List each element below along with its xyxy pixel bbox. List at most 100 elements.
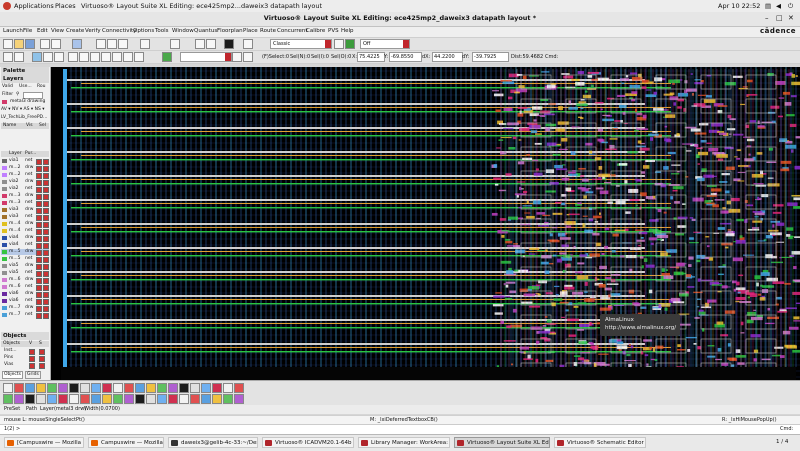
taskbar-item[interactable]: Virtuoso® Schematic Editor X... xyxy=(554,437,646,448)
layer-shortcut-icon[interactable] xyxy=(212,383,222,393)
menu-file[interactable]: File xyxy=(23,28,32,34)
menu-edit[interactable]: Edit xyxy=(37,28,48,34)
selectable-checkbox[interactable] xyxy=(39,363,45,369)
menu-floorplan[interactable]: Floorplan xyxy=(217,28,243,34)
layer-shortcut-icon[interactable] xyxy=(146,383,156,393)
menu-options[interactable]: Options xyxy=(133,28,154,34)
object-row[interactable]: Pins xyxy=(1,355,49,362)
selectable-checkbox[interactable] xyxy=(43,313,49,319)
pin-icon[interactable] xyxy=(134,52,144,62)
menu-place[interactable]: Place xyxy=(243,28,258,34)
layer-row[interactable]: via3 net xyxy=(1,214,49,221)
window-title-menu[interactable]: Virtuoso® Layout Suite XL Editing: ece42… xyxy=(81,1,322,11)
filter-field[interactable] xyxy=(23,92,43,99)
visible-checkbox[interactable] xyxy=(29,363,35,369)
layer-row[interactable]: m...5 drw xyxy=(1,249,49,256)
path-icon[interactable] xyxy=(79,52,89,62)
via-icon[interactable] xyxy=(101,52,111,62)
edit-shortcut-icon[interactable] xyxy=(201,394,211,404)
arrow-right-icon[interactable] xyxy=(206,39,216,49)
layer-shortcut-icon[interactable] xyxy=(223,383,233,393)
layer-row[interactable]: via4 net xyxy=(1,242,49,249)
edit-shortcut-icon[interactable] xyxy=(223,394,233,404)
color-icon[interactable] xyxy=(345,39,355,49)
redo-icon[interactable] xyxy=(51,39,61,49)
workspace-select[interactable]: Classic xyxy=(270,39,332,49)
tab-used[interactable]: Use... xyxy=(19,84,32,90)
dy-field[interactable]: -39.7925 xyxy=(472,52,509,62)
menu-tools[interactable]: Tools xyxy=(155,28,169,34)
edit-shortcut-icon[interactable] xyxy=(179,394,189,404)
layer-row[interactable]: via2 drw xyxy=(1,179,49,186)
layer-row[interactable]: via2 net xyxy=(1,186,49,193)
layer-shortcut-icon[interactable] xyxy=(80,383,90,393)
menu-view[interactable]: View xyxy=(51,28,64,34)
layer-row[interactable]: m...2 net xyxy=(1,172,49,179)
close-button[interactable]: ✕ xyxy=(788,14,794,23)
menu-help[interactable]: Help xyxy=(341,28,354,34)
menu-launch[interactable]: Launch xyxy=(3,28,23,34)
open-icon[interactable] xyxy=(14,39,24,49)
zoom-fit-icon[interactable] xyxy=(118,39,128,49)
edit-shortcut-icon[interactable] xyxy=(135,394,145,404)
minimize-button[interactable]: – xyxy=(765,14,769,23)
y-coordinate-field[interactable]: -69.8550 xyxy=(389,52,422,62)
pan-icon[interactable] xyxy=(140,39,150,49)
stretch-icon[interactable] xyxy=(32,52,42,62)
fedora-logo-icon[interactable] xyxy=(3,2,11,10)
tab-grids[interactable]: Grids xyxy=(25,371,41,379)
polygon-icon[interactable] xyxy=(90,52,100,62)
taskbar-item[interactable]: Library Manager: WorkArea: ... xyxy=(358,437,450,448)
layer-row[interactable]: via5 net xyxy=(1,270,49,277)
menu-create[interactable]: Create xyxy=(66,28,84,34)
edit-shortcut-icon[interactable] xyxy=(168,394,178,404)
layer-shortcut-icon[interactable] xyxy=(234,383,244,393)
new-icon[interactable] xyxy=(3,39,13,49)
current-layer[interactable]: metal3 drawing xyxy=(1,99,49,105)
places-menu[interactable]: Places xyxy=(55,1,76,11)
drc-mode-select[interactable]: Off xyxy=(360,39,410,49)
snap-icon[interactable] xyxy=(232,52,242,62)
menu-connectivity[interactable]: Connectivity xyxy=(102,28,136,34)
layer-row[interactable]: m...2 drw xyxy=(1,165,49,172)
layer-row[interactable]: m...4 net xyxy=(1,228,49,235)
save-icon[interactable] xyxy=(25,39,35,49)
layer-row[interactable]: via6 drw xyxy=(1,291,49,298)
edit-shortcut-icon[interactable] xyxy=(80,394,90,404)
edit-shortcut-icon[interactable] xyxy=(234,394,244,404)
layer-shortcut-icon[interactable] xyxy=(69,383,79,393)
menu-concurrent[interactable]: Concurrent xyxy=(277,28,308,34)
rectangle-icon[interactable] xyxy=(68,52,78,62)
power-icon[interactable]: ⏻ xyxy=(788,1,793,11)
edit-shortcut-icon[interactable] xyxy=(124,394,134,404)
tab-routing[interactable]: Rou xyxy=(37,84,46,90)
tab-objects[interactable]: Objects xyxy=(2,371,24,379)
layer-shortcut-icon[interactable] xyxy=(157,383,167,393)
menu-pvs[interactable]: PVS xyxy=(328,28,339,34)
layer-shortcut-icon[interactable] xyxy=(58,383,68,393)
label-icon[interactable] xyxy=(112,52,122,62)
tech-library[interactable]: LV_TechLib_FreePD... xyxy=(1,115,49,121)
taskbar-item[interactable]: Campuswire — Mozilla Firefox xyxy=(88,437,164,448)
taskbar-item[interactable]: [Campuswire — Mozilla Firefox] xyxy=(4,437,84,448)
maximize-button[interactable]: □ xyxy=(776,14,783,23)
edit-shortcut-icon[interactable] xyxy=(212,394,222,404)
layer-row[interactable]: m...6 net xyxy=(1,284,49,291)
edit-shortcut-icon[interactable] xyxy=(3,394,13,404)
dx-field[interactable]: 44.2200 xyxy=(432,52,463,62)
edit-shortcut-icon[interactable] xyxy=(14,394,24,404)
menu-verify[interactable]: Verify xyxy=(85,28,101,34)
object-row[interactable]: Inst... xyxy=(1,348,49,355)
visible-checkbox[interactable] xyxy=(36,313,42,319)
layer-row[interactable]: via4 drw xyxy=(1,235,49,242)
ruler-icon[interactable] xyxy=(14,52,24,62)
search-icon[interactable]: ⚲ xyxy=(16,92,19,98)
edit-shortcut-icon[interactable] xyxy=(113,394,123,404)
edit-shortcut-icon[interactable] xyxy=(157,394,167,404)
layer-visibility-icon[interactable] xyxy=(334,39,344,49)
menu-calibre[interactable]: Calibre xyxy=(306,28,325,34)
layer-row[interactable]: via3 drw xyxy=(1,207,49,214)
checkmark-icon[interactable] xyxy=(162,52,172,62)
x-coordinate-field[interactable]: 75.4225 xyxy=(357,52,385,62)
layer-shortcut-icon[interactable] xyxy=(113,383,123,393)
